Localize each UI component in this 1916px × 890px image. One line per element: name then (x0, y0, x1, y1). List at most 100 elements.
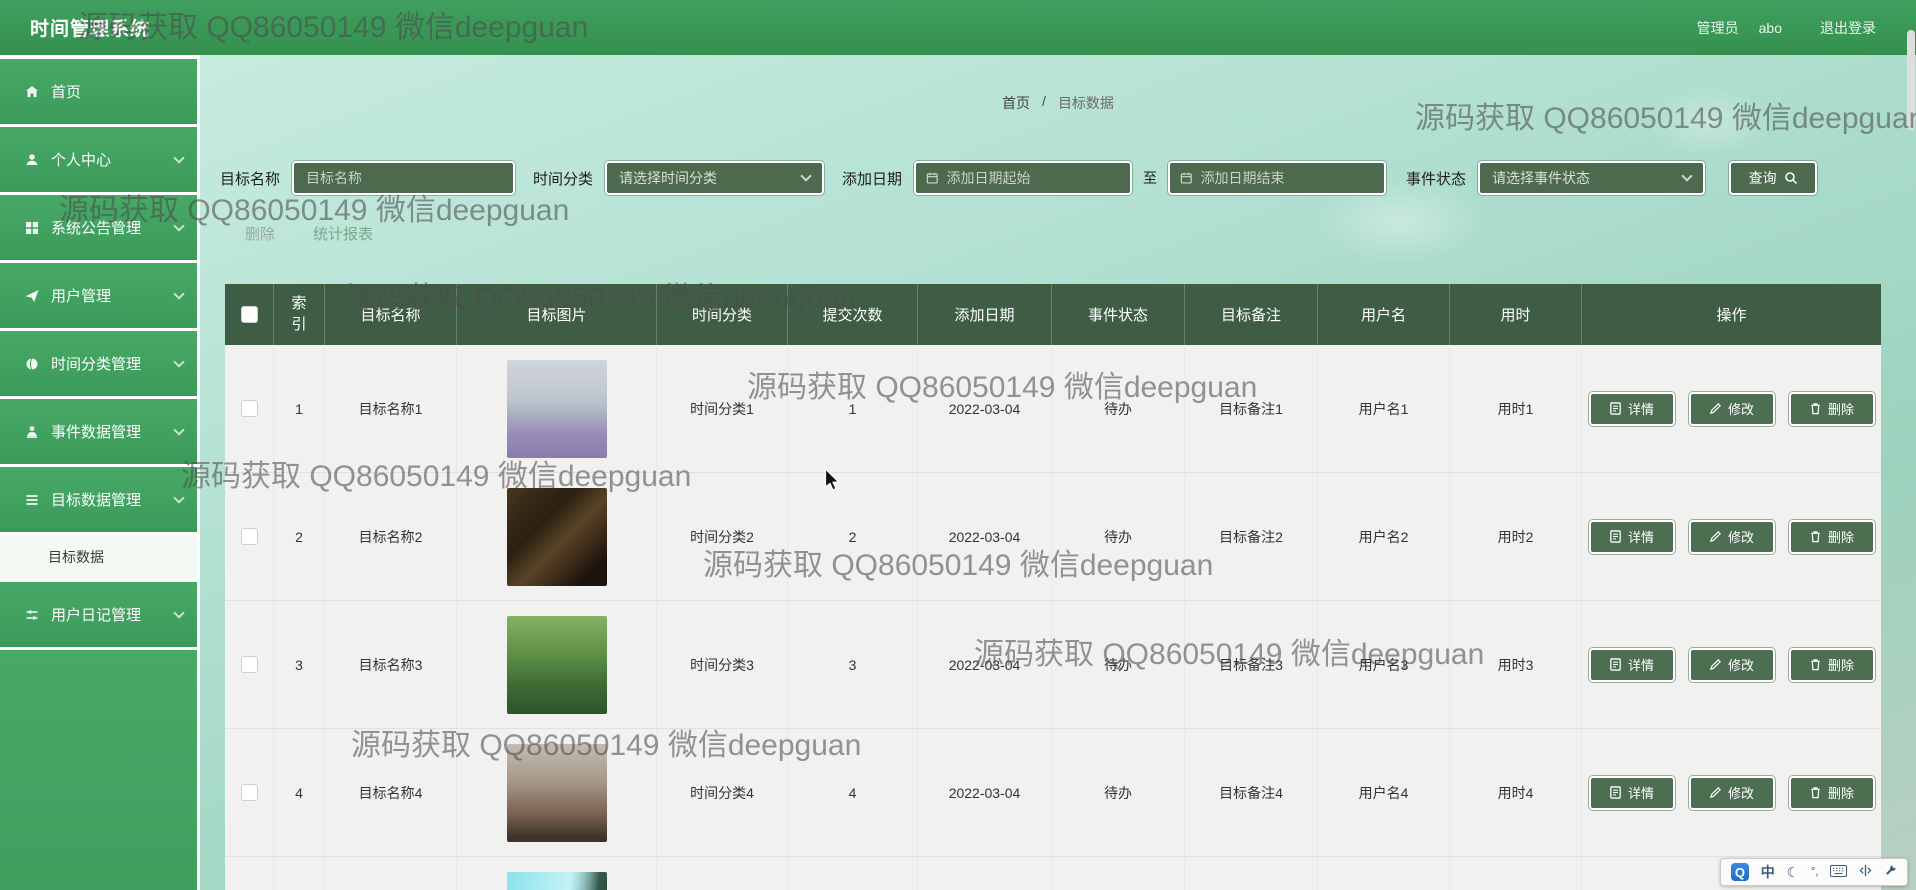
detail-button[interactable]: 详情 (1588, 647, 1675, 682)
table-row: 3 目标名称3 时间分类3 3 2022-03-04 待办 目标备注3 用户名3… (225, 601, 1881, 729)
date-start-field[interactable] (914, 161, 1133, 195)
bulk-delete-button[interactable]: 删除 (245, 223, 275, 244)
app-title: 时间管理系统 (30, 19, 151, 40)
sidebar-item-announcement-mgmt[interactable]: 系统公告管理 (0, 195, 197, 260)
time-category-select[interactable]: 请选择时间分类 (605, 161, 825, 195)
row-checkbox[interactable] (240, 784, 258, 801)
split-cursor-icon[interactable] (1859, 864, 1872, 880)
date-end-field[interactable] (1168, 161, 1387, 195)
punctuation-icon[interactable]: °, (1811, 866, 1818, 878)
col-operations: 操作 (1716, 307, 1747, 324)
goal-photo (506, 359, 607, 458)
delete-button[interactable]: 删除 (1788, 647, 1875, 682)
col-time-category: 时间分类 (657, 284, 788, 345)
delete-button[interactable]: 删除 (1788, 775, 1875, 810)
cell-username: 用户名1 (1318, 345, 1450, 472)
row-checkbox[interactable] (240, 656, 258, 673)
cell-add-date: 2022-03-04 (918, 473, 1052, 600)
goal-data-table: 索引 目标名称 目标图片 时间分类 提交次数 添加日期 事件状态 目标备注 用户… (225, 284, 1881, 890)
sidebar-item-home[interactable]: 首页 (0, 59, 197, 124)
bulk-actions: 删除 统计报表 (245, 223, 373, 244)
edit-button[interactable]: 修改 (1688, 647, 1775, 682)
cell-duration: 用时1 (1450, 345, 1582, 472)
ime-logo-icon[interactable]: Q (1730, 863, 1749, 881)
delete-button[interactable]: 删除 (1788, 391, 1875, 426)
date-start-input[interactable] (946, 170, 1121, 186)
pen-icon (1709, 531, 1721, 543)
edit-button[interactable]: 修改 (1688, 519, 1775, 554)
cell-username: 用户名4 (1318, 729, 1450, 856)
cell-duration (1450, 857, 1582, 890)
col-goal-name: 目标名称 (325, 284, 457, 345)
cell-time-category: 时间分类1 (657, 345, 788, 472)
trash-icon (1811, 787, 1820, 799)
add-date-label: 添加日期 (842, 170, 903, 188)
moon-icon[interactable]: ☾ (1787, 864, 1800, 881)
sidebar-item-personal-center[interactable]: 个人中心 (0, 127, 197, 192)
chevron-down-icon (173, 491, 185, 504)
sidebar-item-user-diary-mgmt[interactable]: 用户日记管理 (0, 582, 197, 647)
wrench-icon[interactable] (1884, 864, 1897, 880)
sidebar-subitem-goal-data[interactable]: 目标数据 (0, 535, 197, 579)
calendar-icon (1180, 172, 1192, 184)
cell-index: 2 (274, 473, 325, 600)
search-button[interactable]: 查询 (1729, 161, 1818, 195)
logout-link[interactable]: 退出登录 (1820, 18, 1876, 38)
col-add-date: 添加日期 (918, 284, 1052, 345)
cell-event-status: 待办 (1052, 473, 1185, 600)
cell-goal-note: 目标备注1 (1185, 345, 1318, 472)
pen-icon (1709, 787, 1721, 799)
goal-name-input[interactable] (292, 161, 516, 195)
sidebar-item-user-mgmt[interactable]: 用户管理 (0, 263, 197, 328)
detail-button[interactable]: 详情 (1588, 775, 1675, 810)
trash-icon (1811, 403, 1820, 415)
delete-button[interactable]: 删除 (1788, 519, 1875, 554)
date-end-input[interactable] (1200, 170, 1375, 186)
sidebar-item-goal-data-mgmt[interactable]: 目标数据管理 (0, 467, 197, 532)
cell-username: 用户名2 (1318, 473, 1450, 600)
keyboard-icon[interactable] (1830, 864, 1848, 880)
event-status-label: 事件状态 (1406, 170, 1467, 188)
scrollbar-thumb[interactable] (1907, 30, 1915, 130)
row-checkbox[interactable] (240, 528, 258, 545)
select-all-checkbox[interactable] (240, 306, 258, 323)
edit-button[interactable]: 修改 (1688, 775, 1775, 810)
goal-photo (506, 871, 607, 890)
cell-index (274, 857, 325, 890)
detail-button[interactable]: 详情 (1588, 519, 1675, 554)
ime-chinese-mode[interactable]: 中 (1761, 862, 1775, 882)
cell-time-category: 时间分类2 (657, 473, 788, 600)
breadcrumb-home[interactable]: 首页 (1002, 93, 1030, 113)
user-role: 管理员 (1696, 19, 1739, 36)
row-checkbox[interactable] (240, 400, 258, 417)
col-goal-note: 目标备注 (1185, 284, 1318, 345)
goal-photo (506, 743, 607, 842)
event-status-select[interactable]: 请选择事件状态 (1478, 161, 1706, 195)
person-icon (27, 425, 37, 438)
detail-button[interactable]: 详情 (1588, 391, 1675, 426)
report-button[interactable]: 统计报表 (313, 223, 373, 244)
sidebar-item-event-data-mgmt[interactable]: 事件数据管理 (0, 399, 197, 464)
pen-icon (1709, 659, 1721, 671)
table-row (225, 857, 1881, 890)
sidebar-item-time-category-mgmt[interactable]: 时间分类管理 (0, 331, 197, 396)
chevron-down-icon (173, 423, 185, 436)
cell-add-date: 2022-03-04 (918, 601, 1052, 728)
username: abo (1758, 19, 1782, 36)
home-icon (26, 85, 38, 97)
sidebar-filler (0, 650, 197, 890)
col-event-status: 事件状态 (1052, 284, 1185, 345)
breadcrumb-current: 目标数据 (1057, 95, 1114, 111)
app-header: 时间管理系统 管理员 abo 退出登录 (0, 0, 1916, 55)
cell-duration: 用时3 (1450, 601, 1582, 728)
cell-index: 4 (274, 729, 325, 856)
edit-button[interactable]: 修改 (1688, 391, 1775, 426)
cell-add-date: 2022-03-04 (918, 345, 1052, 472)
cell-time-category: 时间分类4 (657, 729, 788, 856)
chevron-down-icon (173, 151, 185, 164)
main-content: 首页 / 目标数据 目标名称 时间分类 请选择时间分类 添加日期 至 事件状态 … (200, 55, 1916, 890)
cell-event-status: 待办 (1052, 729, 1185, 856)
document-icon (1610, 786, 1621, 799)
globe-icon (26, 357, 38, 370)
cell-index: 1 (274, 345, 325, 472)
